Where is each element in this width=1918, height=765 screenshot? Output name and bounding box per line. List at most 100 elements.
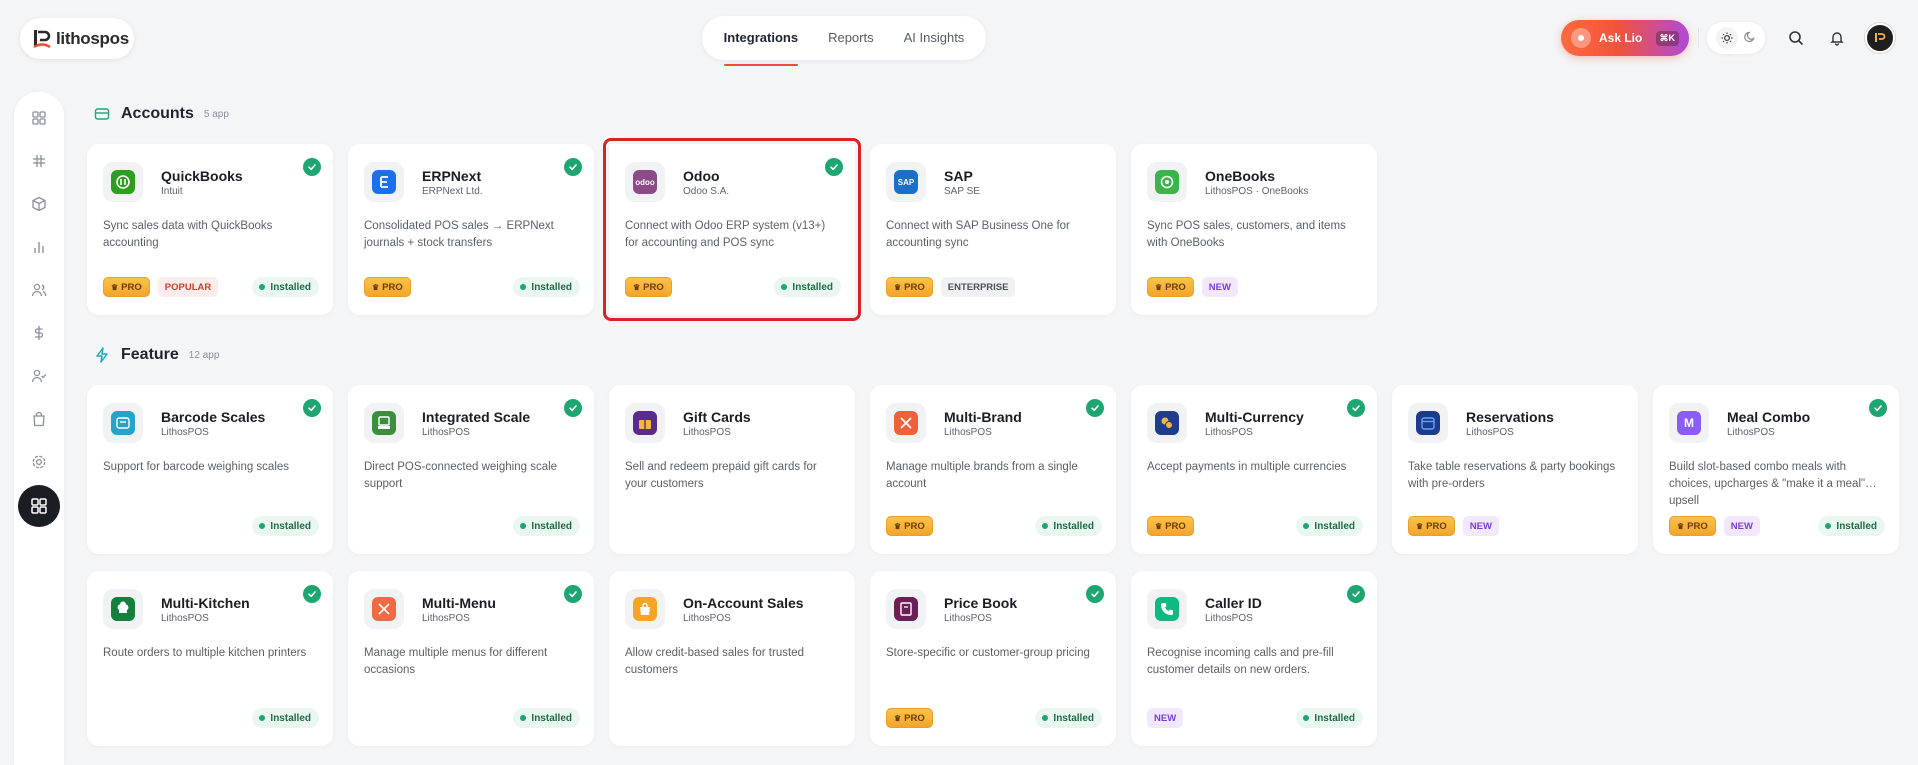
sidebar-item-settings[interactable] [25,448,53,476]
app-card-multi-kitchen[interactable]: Multi-Kitchen LithosPOS Route orders to mu… [87,571,333,746]
app-description: Take table reservations & party bookings… [1408,461,1616,490]
app-vendor: LithosPOS [683,427,731,438]
app-description: Manage multiple brands from a single acc… [886,461,1078,490]
badge-label: PRO [1687,520,1708,532]
sidebar-item-products[interactable] [25,190,53,218]
tab-integrations[interactable]: Integrations [723,16,799,66]
app-name: Multi-Currency [1205,409,1304,425]
crown-icon: ♛ [633,282,641,292]
ask-lio-button[interactable]: Ask Lio ⌘K [1561,20,1689,56]
app-vendor: LithosPOS [422,613,470,624]
header-divider [1698,28,1699,48]
sidebar-item-apps[interactable] [18,485,60,527]
icon-glyph [633,597,657,621]
sidebar-item-analytics[interactable] [25,233,53,261]
app-name: Meal Combo [1727,409,1811,425]
user-avatar[interactable] [1865,23,1895,53]
sidebar [14,92,64,765]
icon-glyph [1155,411,1179,435]
sidebar-item-finance[interactable] [25,319,53,347]
app-card-caller-id[interactable]: Caller ID LithosPOS Recognise incoming cal… [1131,571,1377,746]
app-card-multi-brand[interactable]: Multi-Brand LithosPOS Manage multiple bran… [870,385,1116,554]
badge-group: NEW [1147,708,1184,728]
installed-status: Installed [252,516,319,536]
app-card-multi-menu[interactable]: Multi-Menu LithosPOS Manage multiple menus… [348,571,594,746]
badge-group: ♛ PRO NEW [1669,516,1760,536]
app-name: Integrated Scale [422,409,531,425]
brand-logo[interactable]: lithospos [20,18,134,59]
badge-new: NEW [1201,277,1238,297]
moon-icon[interactable] [1744,31,1756,46]
theme-toggle[interactable] [1707,22,1765,54]
sidebar-item-dashboard[interactable] [25,104,53,132]
badge-pro: ♛ PRO [1147,516,1194,536]
app-vendor: LithosPOS [1205,427,1253,438]
app-card-onebooks[interactable]: OneBooks LithosPOS · OneBooks Sync POS sal… [1131,144,1377,315]
sun-icon[interactable] [1716,27,1738,49]
calendar-icon [1408,403,1448,443]
app-vendor: SAP SE [944,186,980,197]
search-icon[interactable] [1784,26,1808,50]
app-description: Connect with Odoo ERP system (v13+) for … [625,220,826,249]
badge-label: NEW [1154,712,1177,724]
crown-icon: ♛ [894,713,902,723]
sidebar-item-controls[interactable] [25,147,53,175]
sidebar-item-staff[interactable] [25,362,53,390]
badge-pro: ♛ PRO [886,516,933,536]
multi-kitchen-icon [103,589,143,629]
badge-group: ♛ PRO [364,277,411,297]
app-name: Multi-Kitchen [161,595,250,611]
badge-group: ♛ PRO ENTERPRISE [886,277,1016,297]
icon-glyph [372,411,396,435]
tab-reports[interactable]: Reports [828,16,874,60]
section-title: Accounts [121,105,194,122]
bell-icon[interactable] [1825,26,1849,50]
app-card-integrated-scale[interactable]: Integrated Scale LithosPOS Direct POS-conn… [348,385,594,554]
icon-glyph [633,411,657,435]
icon-glyph [1155,170,1179,194]
app-card-multi-currency[interactable]: Multi-Currency LithosPOS Accept payments i… [1131,385,1377,554]
app-description: Manage multiple menus for different occa… [364,647,548,676]
sidebar-item-customers[interactable] [25,276,53,304]
badge-label: PRO [1165,520,1186,532]
barcode-scale-icon [103,403,143,443]
users-icon [31,283,47,297]
tab-ai-insights[interactable]: AI Insights [904,16,965,60]
app-card-meal-combo[interactable]: M Meal Combo LithosPOS Build slot-based com… [1653,385,1899,554]
app-name: On-Account Sales [683,595,804,611]
box-icon [32,196,46,212]
app-card-reservations[interactable]: Reservations LithosPOS Take table reservat… [1392,385,1638,554]
integrated-scale-icon [364,403,404,443]
app-card-odoo[interactable]: odoo Odoo Odoo S.A. Connect with Odoo ERP s… [603,138,861,321]
lithospos-logo-icon [33,29,51,48]
multi-brand-icon [886,403,926,443]
quickbooks-icon [103,162,143,202]
app-card-on-account-sales[interactable]: On-Account Sales LithosPOS Allow credit-ba… [609,571,855,746]
section-title: Feature [121,346,179,363]
main-nav-tabs: Integrations Reports AI Insights [702,16,986,66]
sidebar-item-orders[interactable] [25,405,53,433]
app-card-price-book[interactable]: Price Book LithosPOS Store-specific or cus… [870,571,1116,746]
installed-status: Installed [513,277,580,297]
app-card-sap[interactable]: SAP SAP SAP SE Connect with SAP Business On… [870,144,1116,315]
lightning-icon [93,346,111,364]
app-card-quickbooks[interactable]: QuickBooks Intuit Sync sales data with Qui… [87,144,333,315]
icon-glyph [1155,597,1179,621]
app-name: SAP [944,168,973,184]
app-name: ERPNext [422,168,482,184]
crown-icon: ♛ [1416,521,1424,531]
badge-new: NEW [1147,708,1184,728]
app-card-erpnext[interactable]: ERPNext ERPNext Ltd. Consolidated POS sale… [348,144,594,315]
app-card-barcode-scales[interactable]: Barcode Scales LithosPOS Support for barco… [87,385,333,554]
app-description: Store-specific or customer-group pricing [886,647,1090,659]
app-card-gift-cards[interactable]: Gift Cards LithosPOS Sell and redeem prepa… [609,385,855,554]
gift-card-icon [625,403,665,443]
app-name: Reservations [1466,409,1554,425]
bar-chart-icon [34,242,44,253]
app-description: Direct POS-connected weighing scale supp… [364,461,558,490]
app-vendor: LithosPOS [1205,613,1253,624]
meal-combo-icon: M [1669,403,1709,443]
erpnext-icon [364,162,404,202]
badge-label: PRO [121,281,142,293]
badge-pro: ♛ PRO [103,277,150,297]
